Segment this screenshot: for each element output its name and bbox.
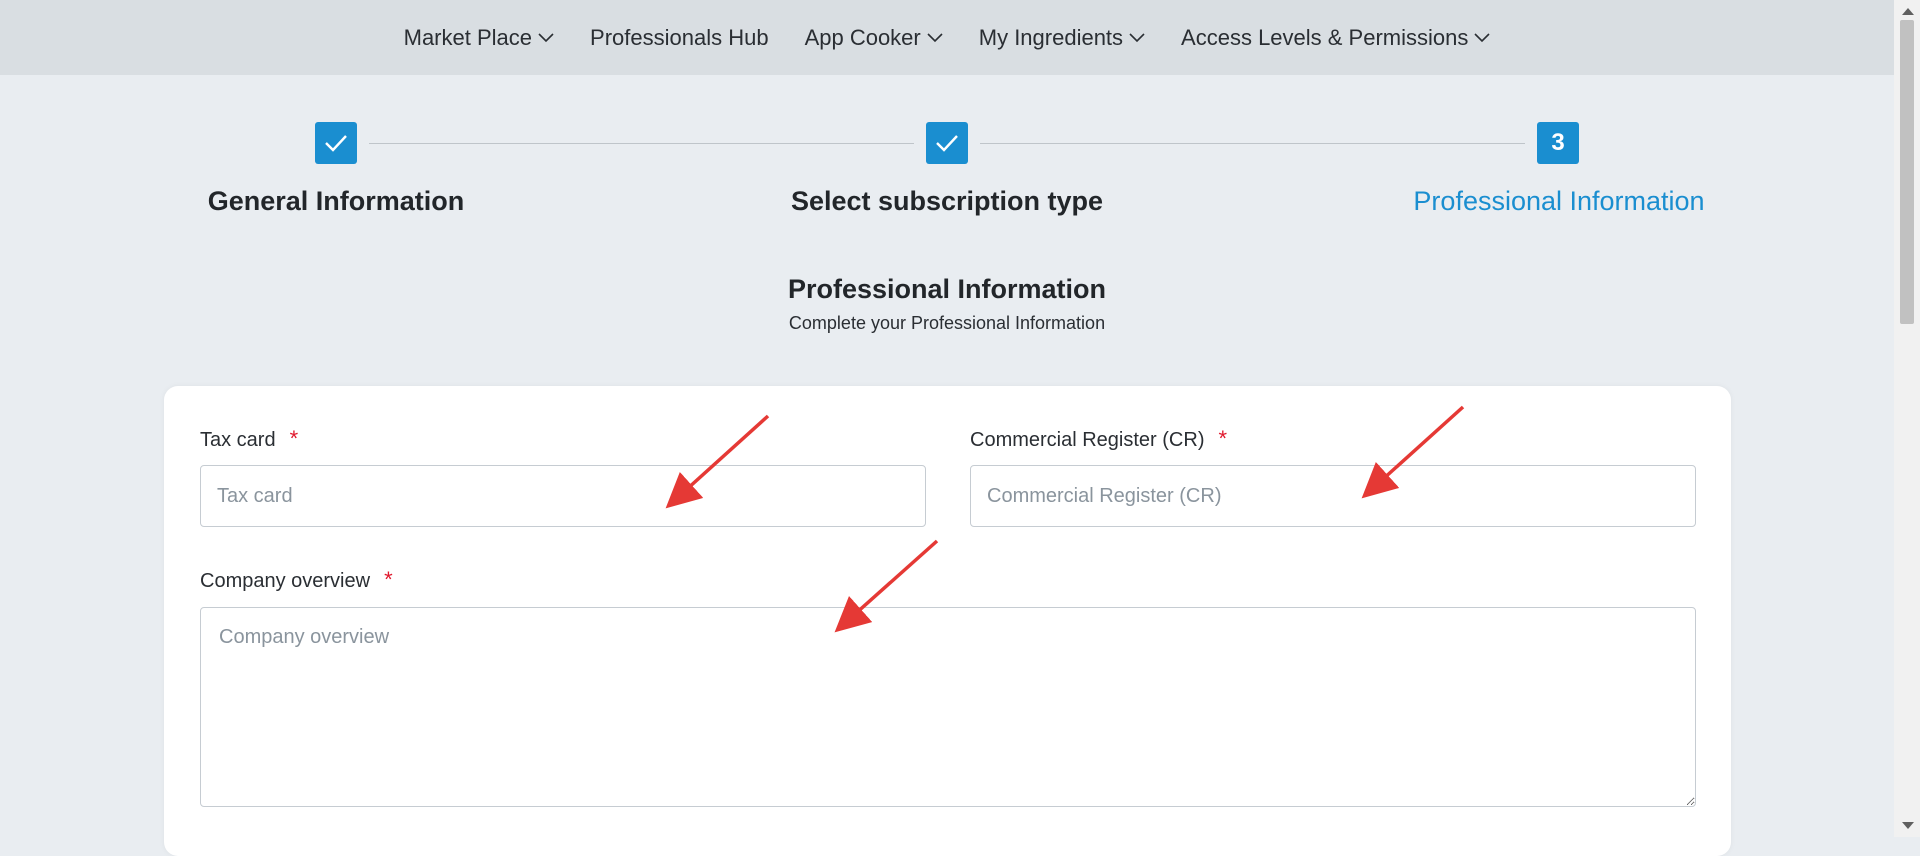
nav-my-ingredients-label: My Ingredients <box>978 24 1124 50</box>
company-overview-label-text: Company overview <box>200 570 371 592</box>
chevron-down-icon <box>1129 32 1145 42</box>
step-1-done-badge[interactable] <box>315 122 357 164</box>
nav-professionals-hub[interactable]: Professionals Hub <box>590 25 769 51</box>
commercial-register-label-text: Commercial Register (CR) <box>970 429 1205 451</box>
step-connector <box>369 143 914 144</box>
step-1-label[interactable]: General Information <box>208 186 465 217</box>
step-3-label[interactable]: Professional Information <box>1413 186 1704 217</box>
page-scrollbar[interactable] <box>1894 0 1920 837</box>
top-nav: Market Place Professionals Hub App Cooke… <box>0 0 1894 75</box>
nav-app-cooker-label: App Cooker <box>804 24 921 50</box>
nav-access-levels[interactable]: Access Levels & Permissions <box>1181 25 1490 51</box>
step-3-number-badge[interactable]: 3 <box>1537 122 1579 164</box>
nav-market-place[interactable]: Market Place <box>404 25 554 51</box>
required-asterisk: * <box>1218 426 1228 451</box>
nav-market-place-label: Market Place <box>403 24 533 50</box>
chevron-down-icon <box>927 32 943 42</box>
required-asterisk: * <box>289 426 299 451</box>
commercial-register-input[interactable] <box>970 465 1696 527</box>
tax-card-input[interactable] <box>200 465 926 527</box>
step-connector <box>980 143 1525 144</box>
nav-app-cooker[interactable]: App Cooker <box>805 25 943 51</box>
tax-card-label: Tax card * <box>200 426 298 452</box>
section-subtitle: Complete your Professional Information <box>788 313 1106 333</box>
company-overview-label: Company overview * <box>200 567 393 593</box>
tax-card-label-text: Tax card <box>200 429 276 451</box>
commercial-register-label: Commercial Register (CR) * <box>970 426 1227 452</box>
step-2-done-badge[interactable] <box>926 122 968 164</box>
step-2-label[interactable]: Select subscription type <box>791 186 1103 217</box>
section-title: Professional Information <box>787 274 1107 304</box>
company-overview-textarea[interactable] <box>200 607 1696 807</box>
nav-professionals-hub-label: Professionals Hub <box>590 24 769 50</box>
chevron-down-icon <box>1474 32 1490 42</box>
scroll-up-arrow-icon[interactable] <box>1902 8 1914 15</box>
professional-info-card: Tax card * Commercial Register (CR) * Comp… <box>164 386 1731 856</box>
nav-my-ingredients[interactable]: My Ingredients <box>979 25 1145 51</box>
chevron-down-icon <box>538 32 554 42</box>
scroll-down-arrow-icon[interactable] <box>1902 822 1914 829</box>
check-icon <box>936 135 958 152</box>
required-asterisk: * <box>384 567 393 592</box>
scrollbar-thumb[interactable] <box>1900 20 1914 324</box>
check-icon <box>325 135 347 152</box>
nav-access-levels-label: Access Levels & Permissions <box>1181 24 1469 50</box>
